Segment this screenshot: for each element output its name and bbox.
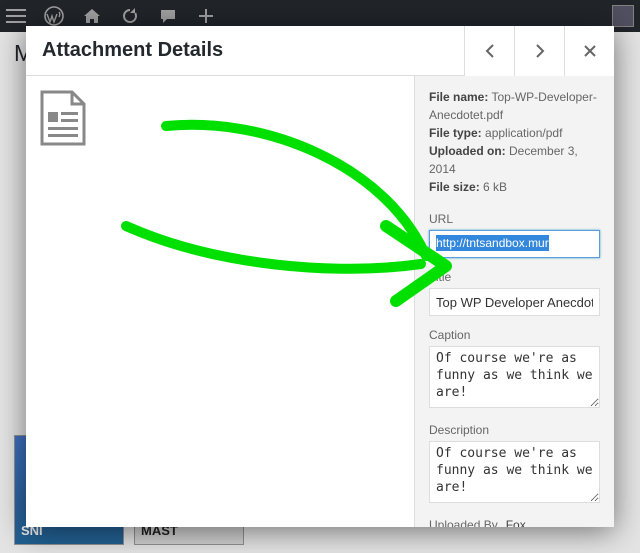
file-meta: File name: Top-WP-Developer-Anecdotet.pd… (429, 88, 600, 196)
meta-filetype: application/pdf (485, 126, 562, 140)
uploaded-by: Uploaded ByFox (429, 518, 600, 527)
uploaded-by-name: Fox (506, 518, 526, 527)
title-label: Title (429, 270, 600, 284)
next-button[interactable] (514, 26, 564, 76)
modal-header: Attachment Details (26, 26, 614, 76)
description-input[interactable]: Of course we're as funny as we think we … (429, 441, 600, 503)
attachment-details-modal: Attachment Details (26, 26, 614, 527)
details-sidebar: File name: Top-WP-Developer-Anecdotet.pd… (414, 76, 614, 527)
caption-input[interactable]: Of course we're as funny as we think we … (429, 346, 600, 408)
close-button[interactable] (564, 26, 614, 76)
url-field-group: URL http://tntsandbox.mur (429, 212, 600, 258)
title-field-group: Title (429, 270, 600, 316)
caption-label: Caption (429, 328, 600, 342)
description-label: Description (429, 423, 600, 437)
url-input[interactable]: http://tntsandbox.mur (436, 235, 549, 251)
attachment-preview (26, 76, 414, 527)
prev-button[interactable] (464, 26, 514, 76)
meta-filesize: 6 kB (483, 180, 507, 194)
caption-field-group: Caption Of course we're as funny as we t… (429, 328, 600, 411)
modal-title: Attachment Details (42, 39, 464, 62)
document-icon (40, 90, 86, 146)
title-input[interactable] (429, 288, 600, 316)
description-field-group: Description Of course we're as funny as … (429, 423, 600, 506)
url-label: URL (429, 212, 600, 226)
